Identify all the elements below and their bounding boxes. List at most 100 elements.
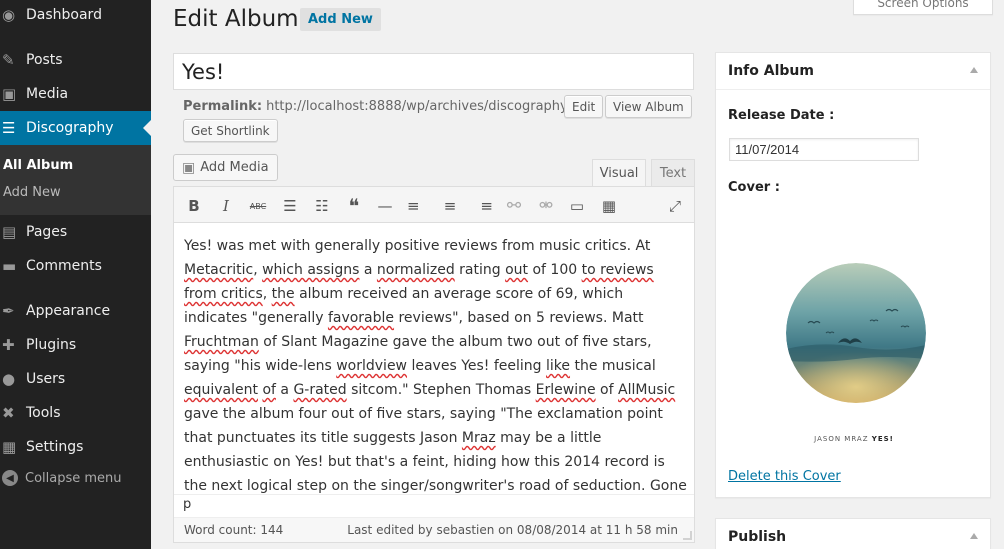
tab-visual[interactable]: Visual [592, 159, 646, 187]
sidebar-item-label: Dashboard [26, 7, 102, 23]
sidebar-item-label: Appearance [26, 303, 111, 319]
resize-handle[interactable] [683, 531, 692, 540]
sidebar-item-media[interactable]: ▣ Media [0, 77, 151, 111]
text-run: leaves Yes! feeling [407, 358, 546, 374]
numbered-list-icon[interactable]: ☷ [311, 195, 333, 217]
align-left-icon[interactable]: ≡ [407, 195, 429, 217]
cover-label: Cover : [728, 180, 780, 195]
misspelled-word: Erlewine [535, 382, 596, 398]
align-right-icon[interactable]: ≡ [471, 195, 493, 217]
bulleted-list-icon[interactable]: ☰ [279, 195, 301, 217]
misspelled-word: Fruchtman [184, 334, 259, 350]
post-title-input[interactable] [173, 53, 694, 90]
publish-title: Publish [728, 529, 787, 545]
sidebar-item-dashboard[interactable]: ◉ Dashboard [0, 0, 151, 32]
blockquote-icon[interactable]: ❝ [343, 194, 365, 218]
add-media-label: Add Media [200, 160, 269, 175]
info-album-header[interactable]: Info Album [716, 53, 990, 90]
sidebar-item-settings[interactable]: ▦ Settings [0, 430, 151, 464]
sidebar-item-label: Media [26, 86, 69, 102]
editor-path: p [174, 494, 694, 517]
sidebar-item-label: Tools [26, 405, 61, 421]
sidebar-item-appearance[interactable]: ✒ Appearance [0, 294, 151, 328]
sidebar-item-label: Posts [26, 52, 63, 68]
misspelled-word: worldview [336, 358, 408, 374]
sidebar-item-pages[interactable]: ▤ Pages [0, 215, 151, 249]
sidebar-item-label: Comments [26, 258, 102, 274]
tools-icon: ✖ [2, 404, 15, 422]
publish-metabox: Publish [715, 518, 991, 549]
album-cover-image [786, 263, 926, 403]
misspelled-word: G-rated [293, 382, 347, 398]
text-run: rating [454, 262, 506, 278]
release-date-input[interactable] [729, 138, 919, 161]
info-album-metabox: Info Album Release Date : Cover : [715, 52, 991, 498]
sidebar-item-label: Settings [26, 439, 84, 455]
permalink-row: Permalink: http://localhost:8888/wp/arch… [183, 99, 595, 114]
view-album-button[interactable]: View Album [605, 95, 692, 118]
editor-toolbar: B I ABC ☰ ☷ ❝ — ≡ ≡ ≡ ⚯ ⚮ ▭ ▦ ⤢ [174, 187, 694, 223]
sidebar-item-label: Users [26, 371, 66, 387]
sidebar-item-plugins[interactable]: ✚ Plugins [0, 328, 151, 362]
content-editor[interactable]: B I ABC ☰ ☷ ❝ — ≡ ≡ ≡ ⚯ ⚮ ▭ ▦ ⤢ Yes! was… [173, 186, 695, 543]
permalink-base[interactable]: http://localhost:8888/wp/archives/discog… [266, 99, 572, 114]
tab-text[interactable]: Text [651, 159, 695, 187]
text-run: reviews", based on 5 reviews. Matt [394, 310, 644, 326]
collapse-menu-label: Collapse menu [25, 470, 122, 486]
users-icon: ● [2, 370, 16, 388]
fullscreen-icon[interactable]: ⤢ [664, 195, 686, 217]
bold-icon[interactable]: B [183, 195, 205, 217]
horizontal-line-icon[interactable]: — [374, 195, 396, 217]
edit-permalink-button[interactable]: Edit [564, 95, 604, 118]
sidebar-item-tools[interactable]: ✖ Tools [0, 396, 151, 430]
sidebar-item-posts[interactable]: ✎ Posts [0, 43, 151, 77]
editor-status-bar: Word count: 144 Last edited by sebastien… [174, 517, 694, 542]
collapse-toggle-icon[interactable] [970, 67, 978, 73]
add-new-button[interactable]: Add New [300, 8, 381, 31]
text-run: the musical [570, 358, 656, 374]
read-more-icon[interactable]: ▭ [566, 195, 588, 217]
submenu-item-all-album[interactable]: All Album [3, 158, 73, 173]
sidebar-item-label: Pages [26, 224, 68, 240]
info-album-title: Info Album [728, 63, 814, 79]
sidebar-item-label: Discography [26, 120, 114, 136]
italic-icon[interactable]: I [215, 195, 237, 217]
sidebar-item-comments[interactable]: ▬ Comments [0, 249, 151, 283]
misspelled-word: favorable [327, 310, 395, 326]
misspelled-word: AllMusic [618, 382, 676, 398]
submenu-item-add-new[interactable]: Add New [3, 185, 61, 200]
insert-link-icon[interactable]: ⚯ [503, 195, 525, 217]
dashboard-icon: ◉ [2, 6, 16, 24]
sidebar-item-discography[interactable]: ☰ Discography [0, 111, 151, 145]
get-shortlink-button[interactable]: Get Shortlink [183, 119, 278, 142]
add-media-button[interactable]: ▣ Add Media [173, 154, 278, 181]
screen-options-tab[interactable]: Screen Options [853, 0, 993, 15]
misspelled-word: equivalent [184, 382, 258, 398]
collapse-menu-button[interactable]: ◀ Collapse menu [0, 470, 122, 486]
collapse-arrow-icon: ◀ [2, 470, 18, 486]
plugins-icon: ✚ [2, 336, 15, 354]
screen-options-label: Screen Options [877, 0, 969, 10]
pages-icon: ▤ [2, 223, 17, 241]
collapse-toggle-icon[interactable] [970, 533, 978, 539]
path-element[interactable]: p [183, 497, 191, 512]
last-edited: Last edited by sebastien on 08/08/2014 a… [347, 523, 678, 537]
misspelled-word: of [262, 382, 276, 398]
remove-link-icon[interactable]: ⚮ [535, 195, 557, 217]
misspelled-word: the [271, 286, 295, 302]
discography-icon: ☰ [2, 119, 16, 137]
delete-cover-link[interactable]: Delete this Cover [728, 469, 841, 484]
strikethrough-icon[interactable]: ABC [247, 195, 269, 217]
toolbar-toggle-icon[interactable]: ▦ [598, 195, 620, 217]
sidebar-item-users[interactable]: ● Users [0, 362, 151, 396]
misspelled-word: which assigns [262, 262, 360, 278]
cover-artist: JASON MRAZ [814, 435, 869, 443]
settings-icon: ▦ [2, 438, 17, 456]
text-run: , [253, 262, 263, 278]
text-run: a [359, 262, 377, 278]
align-center-icon[interactable]: ≡ [439, 195, 461, 217]
sidebar-item-label: Plugins [26, 337, 77, 353]
text-run: of 100 [528, 262, 582, 278]
appearance-icon: ✒ [2, 302, 15, 320]
publish-header[interactable]: Publish [716, 519, 990, 549]
